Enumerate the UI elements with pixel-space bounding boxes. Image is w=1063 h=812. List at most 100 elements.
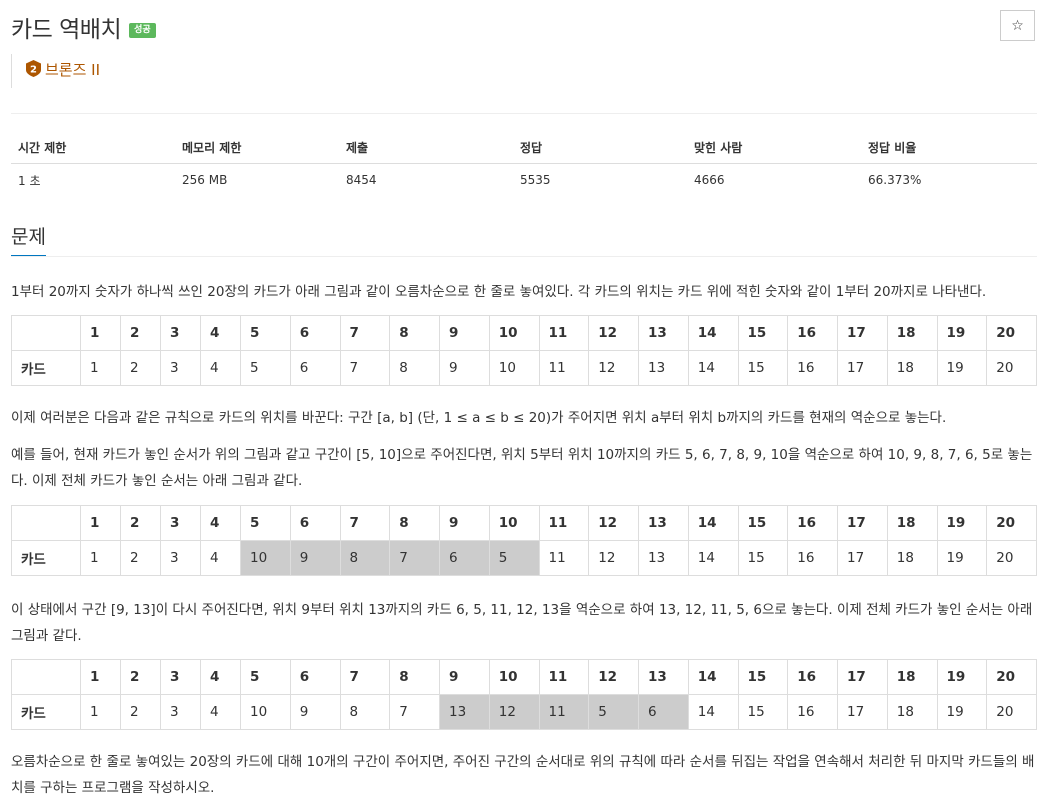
position-cell: 12 [588,505,639,541]
info-header-submissions: 제출 [339,131,513,164]
info-header-accepted: 정답 [513,131,687,164]
position-cell: 8 [389,659,440,695]
card-row-label: 카드 [11,694,81,730]
card-cell: 14 [687,540,739,576]
position-cell: 16 [787,659,838,695]
position-cell: 17 [837,505,888,541]
position-cell: 14 [687,659,739,695]
status-badge: 성공 [129,22,156,38]
divider [11,113,1037,114]
card-table-1: 1 2 3 4 5 6 7 8 9 10 11 12 13 14 15 16 17 18 19 20 카드 1 2 3 4 5 6 7… [11,315,1037,386]
title-row: 카드 역배치 성공 [11,10,156,44]
position-cell: 8 [389,505,440,541]
card-cell: 8 [339,694,391,730]
favorite-star-button[interactable]: ☆ [1000,10,1035,41]
position-cell: 10 [488,659,540,695]
position-cell: 15 [737,659,789,695]
card-cell: 12 [588,350,639,386]
card-cell: 17 [837,540,888,576]
info-accepted[interactable]: 5535 [513,164,687,197]
card-cell: 3 [160,350,201,386]
position-cell: 9 [439,505,490,541]
card-cell: 6 [638,694,689,730]
position-cell: 6 [289,505,341,541]
corner-cell [11,315,81,351]
position-cell: 11 [538,659,590,695]
position-cell: 15 [737,505,789,541]
card-cell: 20 [986,694,1037,730]
card-cell: 7 [389,694,440,730]
info-header-memory-limit: 메모리 제한 [175,131,339,164]
position-cell: 12 [588,315,639,351]
position-cell: 11 [538,505,590,541]
position-cell: 6 [289,659,341,695]
tier-info[interactable]: 2 브론즈 II [11,54,100,88]
position-cell: 19 [936,505,988,541]
card-cell: 8 [339,540,391,576]
position-cell: 2 [120,659,161,695]
card-cell: 1 [80,540,121,576]
card-cell: 15 [737,350,789,386]
position-cell: 4 [200,315,241,351]
position-cell: 20 [986,659,1037,695]
card-cell: 7 [389,540,440,576]
card-cell: 1 [80,694,121,730]
info-header-time-limit: 시간 제한 [11,131,175,164]
position-cell: 16 [787,505,838,541]
section-divider [11,256,1037,257]
card-cell: 8 [389,350,440,386]
card-row: 카드 1 2 3 4 5 6 7 8 9 10 11 12 13 14 15 16 17 18 19 20 [11,350,1037,386]
card-cell: 16 [787,540,838,576]
info-submissions[interactable]: 8454 [339,164,513,197]
position-cell: 14 [687,505,739,541]
card-cell: 20 [986,540,1037,576]
position-cell: 4 [200,505,241,541]
position-cell: 18 [886,505,938,541]
card-cell: 16 [787,350,838,386]
card-cell: 13 [439,694,490,730]
position-cell: 3 [160,505,201,541]
section-title: 문제 [11,222,46,257]
tier-number: 2 [30,65,37,76]
card-cell: 2 [120,540,161,576]
position-cell: 2 [120,315,161,351]
position-cell: 7 [339,659,391,695]
card-cell: 6 [439,540,490,576]
card-cell: 5 [240,350,291,386]
card-cell: 10 [488,350,540,386]
position-cell: 13 [638,659,689,695]
problem-paragraph-1: 1부터 20까지 숫자가 하나씩 쓰인 20장의 카드가 아래 그림과 같이 오… [11,284,987,300]
position-cell: 2 [120,505,161,541]
card-cell: 20 [986,350,1037,386]
card-cell: 3 [160,540,201,576]
info-header-solvers: 맞힌 사람 [687,131,861,164]
card-cell: 15 [737,540,789,576]
position-cell: 14 [687,315,739,351]
position-cell: 16 [787,315,838,351]
position-cell: 3 [160,315,201,351]
info-solvers[interactable]: 4666 [687,164,861,197]
card-cell: 4 [200,540,241,576]
corner-cell [11,659,81,695]
card-cell: 9 [289,540,341,576]
problem-title: 카드 역배치 [11,17,122,43]
position-cell: 19 [936,315,988,351]
card-cell: 11 [538,540,590,576]
position-cell: 20 [986,315,1037,351]
card-cell: 14 [687,694,739,730]
card-cell: 10 [240,540,291,576]
card-cell: 7 [339,350,391,386]
position-header-row: 1 2 3 4 5 6 7 8 9 10 11 12 13 14 15 16 17 18 19 20 [11,315,1037,351]
position-cell: 9 [439,315,490,351]
problem-paragraph-5: 오름차순으로 한 줄로 놓여있는 20장의 카드에 대해 10개의 구간이 주어… [11,754,1035,796]
card-cell: 12 [588,540,639,576]
position-cell: 3 [160,659,201,695]
position-cell: 17 [837,315,888,351]
position-cell: 7 [339,505,391,541]
card-cell: 1 [80,350,121,386]
info-time-limit: 1 초 [18,173,41,188]
position-cell: 6 [289,315,341,351]
problem-paragraph-2: 이제 여러분은 다음과 같은 규칙으로 카드의 위치를 바꾼다: 구간 [a, … [11,410,947,426]
position-cell: 4 [200,659,241,695]
info-value-row: 1 초 256 MB 8454 5535 4666 66.373% [11,164,1037,197]
